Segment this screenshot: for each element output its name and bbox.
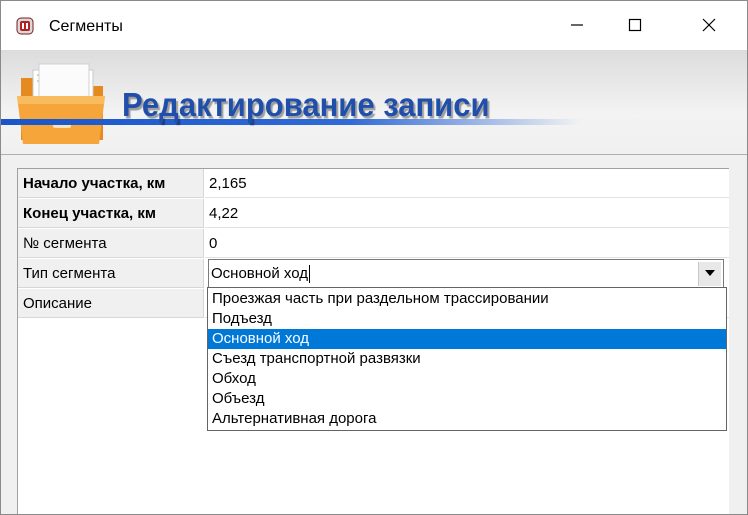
app-window: Сегменты Редактирование записи Начало уч… (0, 0, 748, 515)
divider (1, 154, 747, 155)
field-row-end-km: Конец участка, км 4,22 (18, 199, 729, 229)
dropdown-option[interactable]: Альтернативная дорога (208, 409, 726, 429)
segment-type-value-wrap: Основной ход (211, 260, 311, 288)
field-row-segment-number: № сегмента 0 (18, 229, 729, 259)
chevron-down-icon (705, 270, 715, 276)
field-label: Описание (18, 289, 204, 318)
segment-type-value: Основной ход (211, 265, 309, 282)
dropdown-toggle-button[interactable] (698, 262, 721, 286)
title-bar[interactable]: Сегменты (1, 1, 747, 50)
dropdown-option[interactable]: Съезд транспортной развязки (208, 349, 726, 369)
maximize-button[interactable] (613, 1, 659, 50)
app-logo-icon (16, 17, 34, 35)
field-label: Тип сегмента (18, 259, 204, 288)
segment-type-select[interactable]: Основной ход (208, 259, 724, 289)
segment-type-dropdown-list[interactable]: Проезжая часть при раздельном трассирова… (207, 287, 727, 431)
banner-title: Редактирование записи (122, 86, 490, 124)
dropdown-option[interactable]: Объезд (208, 389, 726, 409)
field-value-start-km[interactable]: 2,165 (205, 169, 729, 198)
dropdown-option[interactable]: Обход (208, 369, 726, 389)
minimize-button[interactable] (555, 1, 601, 50)
field-row-start-km: Начало участка, км 2,165 (18, 169, 729, 199)
properties-grid: Начало участка, км 2,165 Конец участка, … (17, 168, 729, 514)
header-banner: Редактирование записи (1, 50, 747, 156)
minimize-icon (571, 24, 583, 26)
dropdown-option-selected[interactable]: Основной ход (208, 329, 726, 349)
folder-icon (17, 63, 105, 144)
field-value-end-km[interactable]: 4,22 (205, 199, 729, 228)
window-title: Сегменты (49, 18, 123, 35)
field-label: Конец участка, км (18, 199, 204, 228)
dropdown-option[interactable]: Проезжая часть при раздельном трассирова… (208, 289, 726, 309)
field-value-segment-number[interactable]: 0 (205, 229, 729, 258)
field-label: Начало участка, км (18, 169, 204, 198)
close-icon (702, 18, 716, 32)
text-cursor (309, 265, 311, 284)
field-label: № сегмента (18, 229, 204, 258)
maximize-icon (628, 18, 642, 32)
dropdown-option[interactable]: Подъезд (208, 309, 726, 329)
close-button[interactable] (687, 1, 733, 50)
